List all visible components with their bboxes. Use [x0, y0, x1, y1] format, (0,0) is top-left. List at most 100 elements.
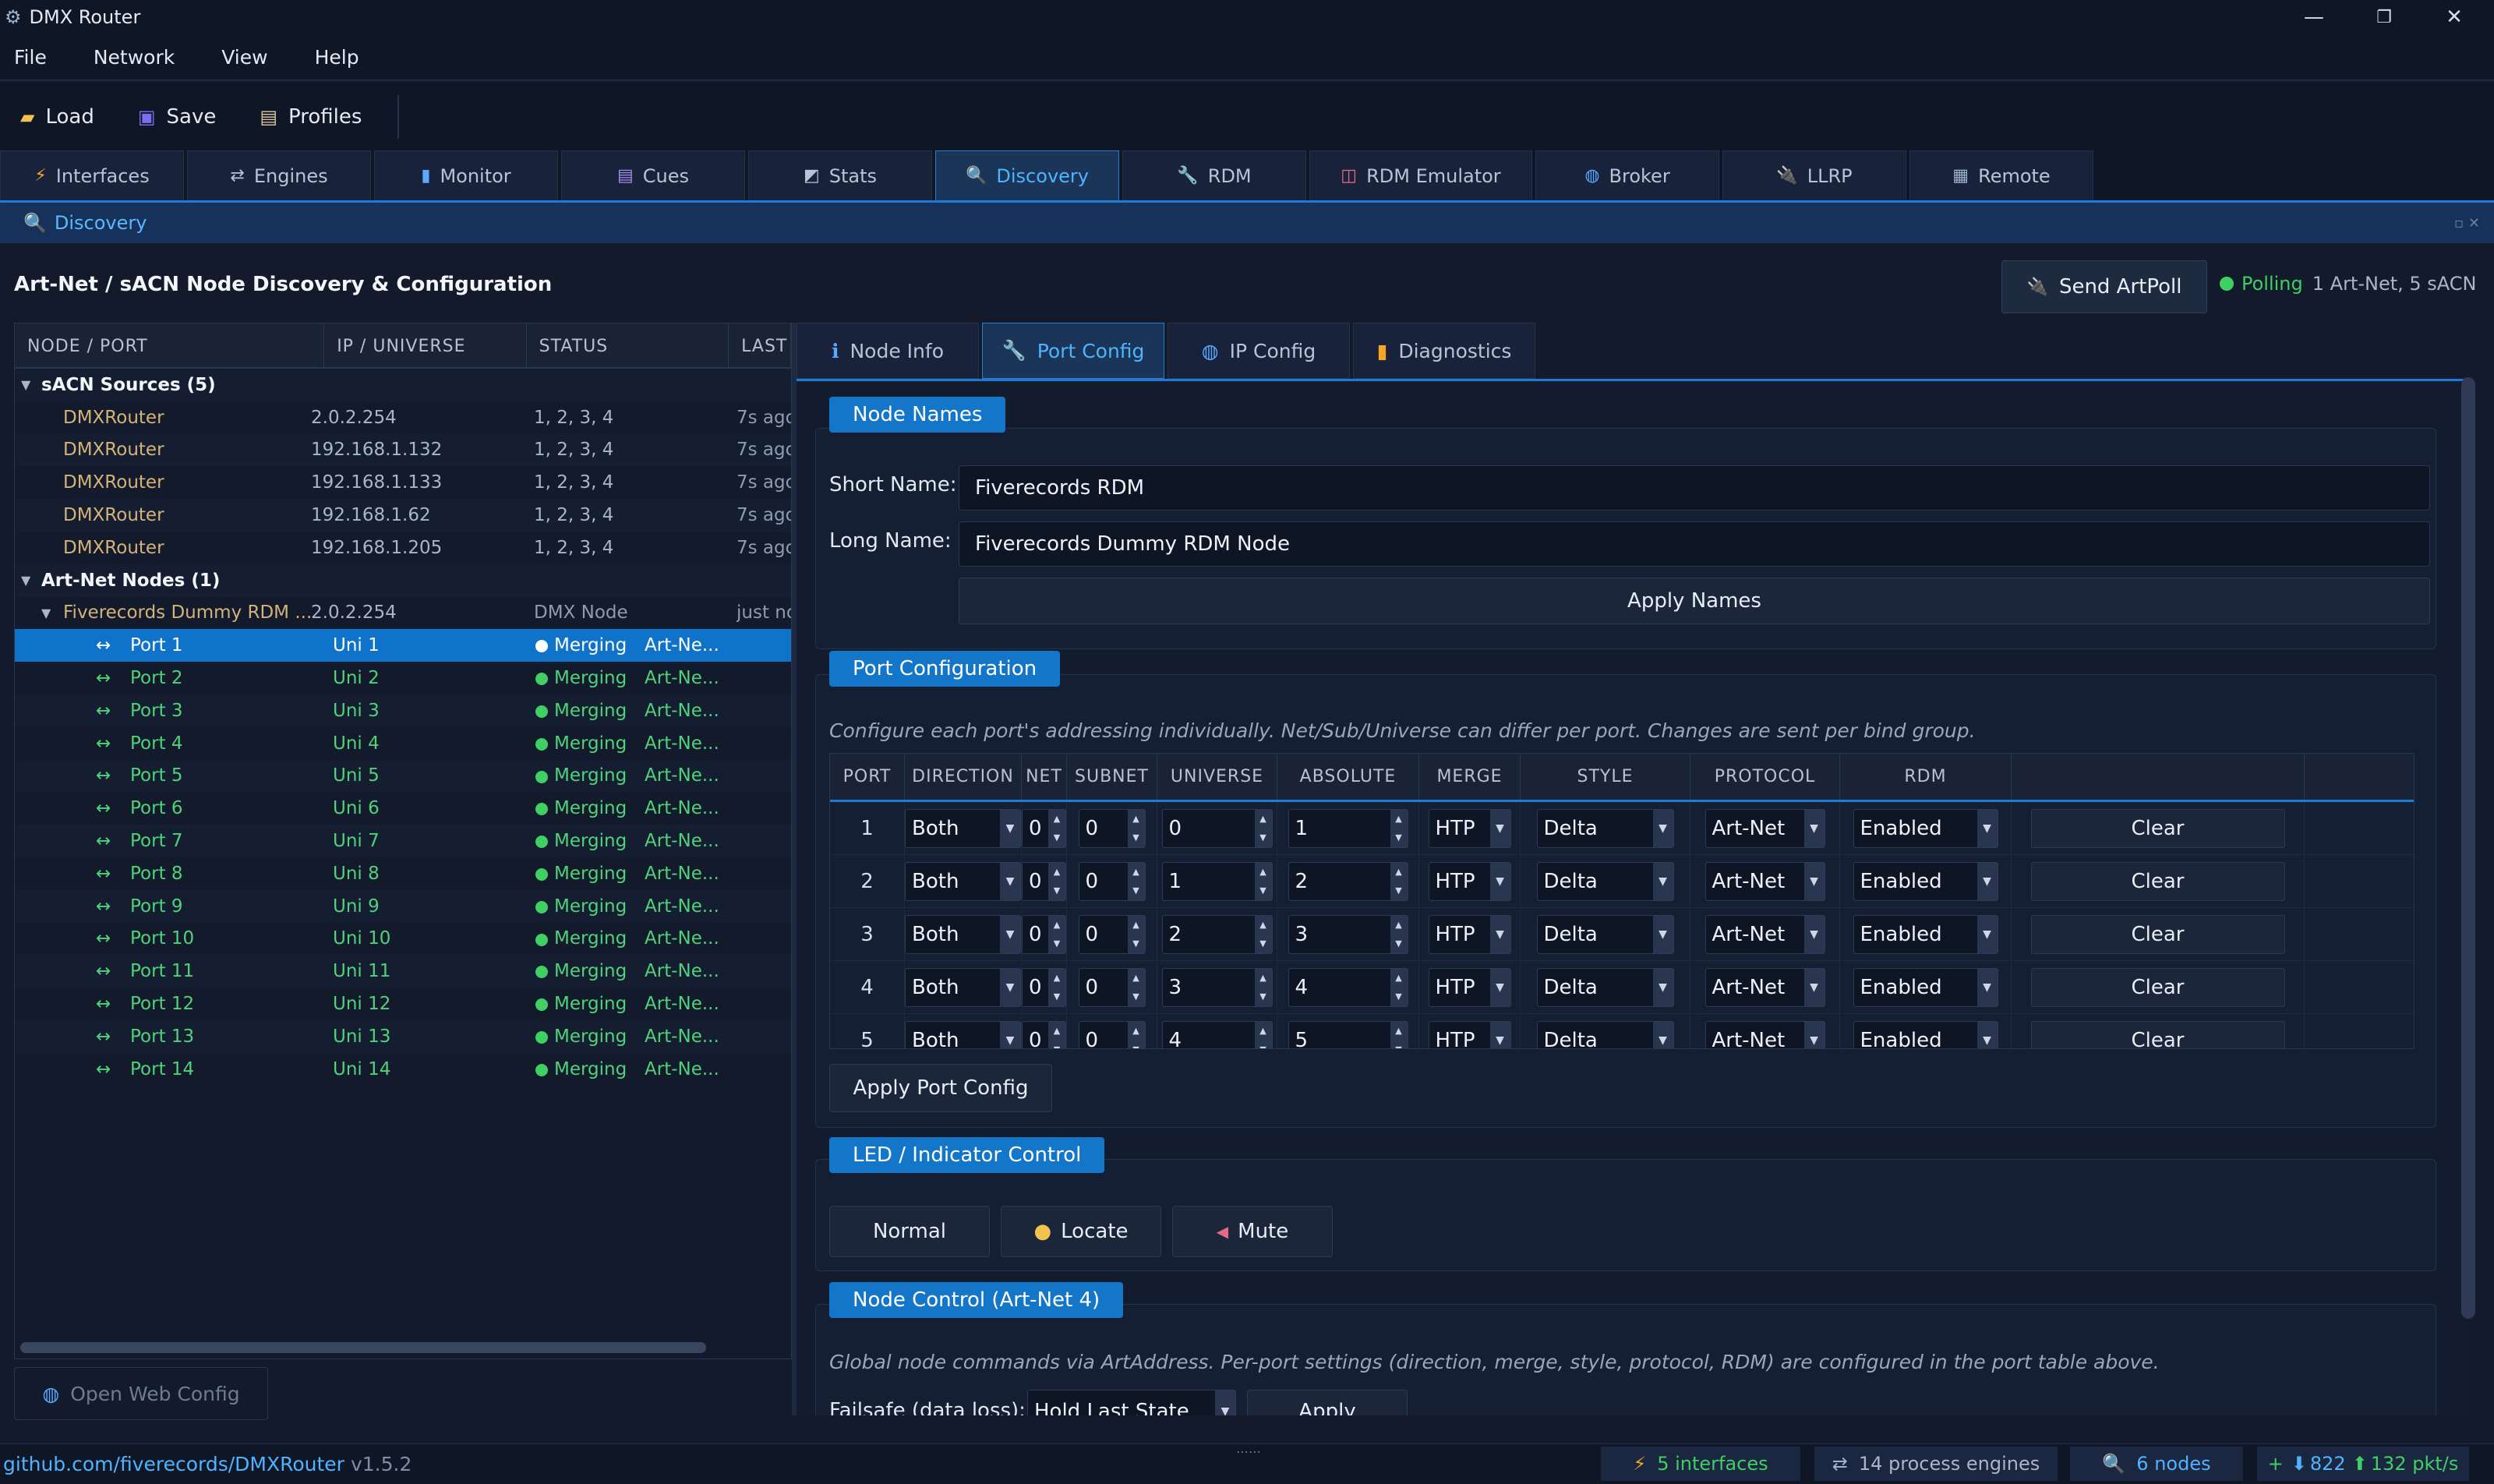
spin-arrows-icon[interactable]: ▲▼: [1127, 1021, 1145, 1048]
spin-arrows-icon[interactable]: ▲▼: [1390, 968, 1408, 1006]
spin-arrows-icon[interactable]: ▲▼: [1254, 1021, 1272, 1048]
col-node-port[interactable]: NODE / PORT: [15, 323, 325, 369]
normal-button[interactable]: Normal: [829, 1206, 990, 1257]
maximize-button[interactable]: ❐: [2349, 0, 2419, 34]
tree-row[interactable]: DMXRouter 2.0.2.254 1, 2, 3, 4 7s ago: [15, 401, 791, 434]
menu-file[interactable]: File: [14, 46, 47, 69]
port-col-header[interactable]: PROTOCOL: [1690, 754, 1840, 800]
port-col-header[interactable]: ABSOLUTE: [1277, 754, 1419, 800]
tab-monitor[interactable]: ▮ Monitor: [374, 150, 558, 200]
tree-row[interactable]: DMXRouter 192.168.1.62 1, 2, 3, 4 7s ago: [15, 499, 791, 532]
tree-row[interactable]: ↔ Port 5 Uni 5 Merging Art-Ne...: [15, 759, 791, 793]
tree-row[interactable]: ↔ Port 7 Uni 7 Merging Art-Ne...: [15, 825, 791, 857]
apply-port-config-button[interactable]: Apply Port Config: [829, 1064, 1052, 1112]
protocol-select[interactable]: Art-Net ▼: [1704, 967, 1825, 1007]
merge-select[interactable]: HTP ▼: [1428, 1020, 1511, 1048]
spin-arrows-icon[interactable]: ▲▼: [1390, 1021, 1408, 1048]
tree-row[interactable]: ↔ Port 11 Uni 11 Merging Art-Ne...: [15, 955, 791, 988]
merge-select[interactable]: HTP ▼: [1428, 861, 1511, 901]
menu-view[interactable]: View: [221, 46, 267, 69]
clear-button[interactable]: Clear: [2030, 861, 2285, 901]
panel-controls[interactable]: ▫ ✕: [2454, 215, 2480, 231]
spin-arrows-icon[interactable]: ▲▼: [1048, 915, 1065, 953]
port-col-header[interactable]: [2012, 754, 2305, 800]
tab-broker[interactable]: ◍ Broker: [1535, 150, 1719, 200]
protocol-select[interactable]: Art-Net ▼: [1704, 1020, 1825, 1048]
clear-button[interactable]: Clear: [2030, 967, 2285, 1007]
subnet-spinbox[interactable]: 0 ▲▼: [1078, 861, 1146, 901]
tab-rdm[interactable]: 🔧 RDM: [1122, 150, 1306, 200]
universe-spinbox[interactable]: 2 ▲ ▼: [1161, 914, 1273, 954]
tab-ip-config[interactable]: ◍ IP Config: [1168, 323, 1350, 379]
absolute-spinbox[interactable]: 1 ▲ ▼: [1288, 808, 1408, 848]
spin-arrows-icon[interactable]: ▲▼: [1127, 862, 1145, 900]
github-link[interactable]: github.com/fiverecords/DMXRouter: [3, 1453, 344, 1475]
style-select[interactable]: Delta ▼: [1536, 914, 1674, 954]
direction-select[interactable]: Both ▼: [905, 967, 1021, 1007]
protocol-select[interactable]: Art-Net ▼: [1704, 808, 1825, 848]
tab-diagnostics[interactable]: ▮ Diagnostics: [1353, 323, 1535, 379]
expand-arrow-icon[interactable]: ▼: [41, 606, 51, 620]
tab-remote[interactable]: ▦ Remote: [1909, 150, 2093, 200]
universe-spinbox[interactable]: 0 ▲ ▼: [1161, 808, 1273, 848]
short-name-input[interactable]: Fiverecords RDM: [959, 465, 2430, 511]
subnet-spinbox[interactable]: 0 ▲▼: [1078, 1020, 1146, 1048]
spin-arrows-icon[interactable]: ▲▼: [1254, 968, 1272, 1006]
port-col-header[interactable]: PORT: [830, 754, 905, 800]
rdm-select[interactable]: Enabled ▼: [1853, 914, 1998, 954]
net-spinbox[interactable]: 0▲▼: [1022, 808, 1066, 848]
net-spinbox[interactable]: 0▲▼: [1022, 861, 1066, 901]
absolute-spinbox[interactable]: 4 ▲ ▼: [1288, 967, 1408, 1007]
direction-select[interactable]: Both ▼: [905, 1020, 1021, 1048]
tab-rdm-emulator[interactable]: ◫ RDM Emulator: [1309, 150, 1532, 200]
merge-select[interactable]: HTP ▼: [1428, 808, 1511, 848]
port-col-header[interactable]: DIRECTION: [905, 754, 1022, 800]
open-web-config-button[interactable]: ◍ Open Web Config: [14, 1367, 268, 1420]
tree-row[interactable]: ↔ Port 4 Uni 4 Merging Art-Ne...: [15, 727, 791, 760]
tree-row[interactable]: ▼ Art-Net Nodes (1): [15, 564, 791, 597]
profiles-button[interactable]: ▤ Profiles: [260, 105, 362, 129]
load-button[interactable]: ▰ Load: [20, 105, 94, 129]
style-select[interactable]: Delta ▼: [1536, 861, 1674, 901]
tree-row[interactable]: ↔ Port 14 Uni 14 Merging Art-Ne...: [15, 1053, 791, 1086]
tree-row[interactable]: ↔ Port 9 Uni 9 Merging Art-Ne...: [15, 889, 791, 923]
col-status[interactable]: STATUS: [527, 323, 729, 369]
clear-button[interactable]: Clear: [2030, 914, 2285, 954]
net-spinbox[interactable]: 0▲▼: [1022, 967, 1066, 1007]
tab-llrp[interactable]: 🔌 LLRP: [1722, 150, 1906, 200]
tree-row[interactable]: DMXRouter 192.168.1.133 1, 2, 3, 4 7s ag…: [15, 466, 791, 499]
tab-cues[interactable]: ▤ Cues: [561, 150, 745, 200]
tree-row[interactable]: ↔ Port 12 Uni 12 Merging Art-Ne...: [15, 988, 791, 1020]
merge-select[interactable]: HTP ▼: [1428, 914, 1511, 954]
protocol-select[interactable]: Art-Net ▼: [1704, 861, 1825, 901]
absolute-spinbox[interactable]: 5 ▲▼: [1288, 1020, 1408, 1048]
long-name-input[interactable]: Fiverecords Dummy RDM Node: [959, 521, 2430, 567]
spin-arrows-icon[interactable]: ▲▼: [1390, 862, 1408, 900]
clear-button[interactable]: Clear: [2030, 1020, 2285, 1048]
spin-arrows-icon[interactable]: ▲▼: [1127, 809, 1145, 847]
tab-discovery[interactable]: 🔍 Discovery: [935, 150, 1119, 200]
net-spinbox[interactable]: 0▲▼: [1022, 1020, 1066, 1048]
subnet-spinbox[interactable]: 0 ▲▼: [1078, 967, 1146, 1007]
tab-port-config[interactable]: 🔧 Port Config: [982, 323, 1164, 379]
universe-spinbox[interactable]: 4 ▲▼: [1161, 1020, 1273, 1048]
status-nodes[interactable]: 🔍 6 nodes: [2070, 1447, 2243, 1481]
direction-select[interactable]: Both ▼: [905, 914, 1021, 954]
direction-select[interactable]: Both ▼: [905, 861, 1021, 901]
net-spinbox[interactable]: 0▲▼: [1022, 914, 1066, 954]
tree-row[interactable]: ↔ Port 10 Uni 10 Merging Art-Ne...: [15, 923, 791, 956]
save-button[interactable]: ▣ Save: [138, 105, 217, 129]
merge-select[interactable]: HTP ▼: [1428, 967, 1511, 1007]
spin-arrows-icon[interactable]: ▲▼: [1254, 809, 1272, 847]
col-last[interactable]: LAST: [729, 323, 791, 369]
tab-stats[interactable]: ◩ Stats: [748, 150, 932, 200]
rdm-select[interactable]: Enabled ▼: [1853, 1020, 1998, 1048]
send-artpoll-button[interactable]: 🔌 Send ArtPoll: [2001, 260, 2207, 313]
expand-arrow-icon[interactable]: ▼: [21, 573, 30, 588]
rdm-select[interactable]: Enabled ▼: [1853, 808, 1998, 848]
resize-grip[interactable]: ⋯⋯: [1236, 1444, 1261, 1459]
locate-button[interactable]: ● Locate: [1001, 1206, 1161, 1257]
status-engines[interactable]: ⇄ 14 process engines: [1814, 1447, 2058, 1481]
tab-engines[interactable]: ⇄ Engines: [187, 150, 371, 200]
style-select[interactable]: Delta ▼: [1536, 1020, 1674, 1048]
